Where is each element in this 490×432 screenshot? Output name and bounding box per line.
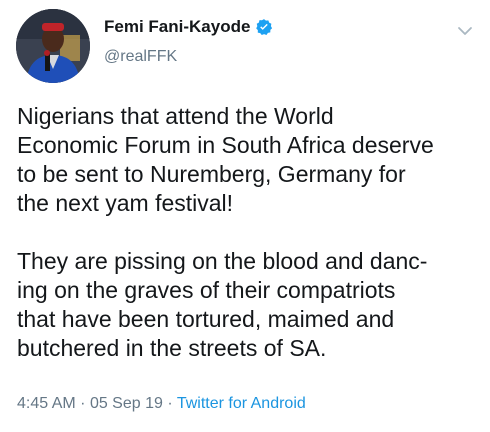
tweet-paragraph: They are pissing on the blood and danc- …: [17, 248, 428, 361]
tweet-date[interactable]: 05 Sep 19: [90, 395, 163, 412]
tweet-meta: 4:45 AM · 05 Sep 19 · Twitter for Androi…: [17, 395, 306, 413]
verified-badge-icon: [255, 18, 273, 36]
meta-separator: ·: [167, 395, 173, 412]
tweet: Femi Fani-Kayode @realFFK Nigerians that…: [0, 0, 490, 432]
chevron-down-icon[interactable]: [457, 24, 473, 36]
tweet-paragraph: Nigerians that attend the World Economic…: [17, 103, 434, 216]
tweet-time[interactable]: 4:45 AM: [17, 395, 76, 412]
author-row: Femi Fani-Kayode: [104, 17, 273, 37]
tweet-source-link[interactable]: Twitter for Android: [177, 395, 306, 412]
tweet-text: Nigerians that attend the World Economic…: [17, 102, 477, 363]
meta-separator: ·: [80, 395, 86, 412]
avatar-photo: [16, 9, 90, 83]
author-handle[interactable]: @realFFK: [104, 48, 177, 66]
author-display-name[interactable]: Femi Fani-Kayode: [104, 17, 250, 37]
avatar[interactable]: [16, 9, 90, 83]
